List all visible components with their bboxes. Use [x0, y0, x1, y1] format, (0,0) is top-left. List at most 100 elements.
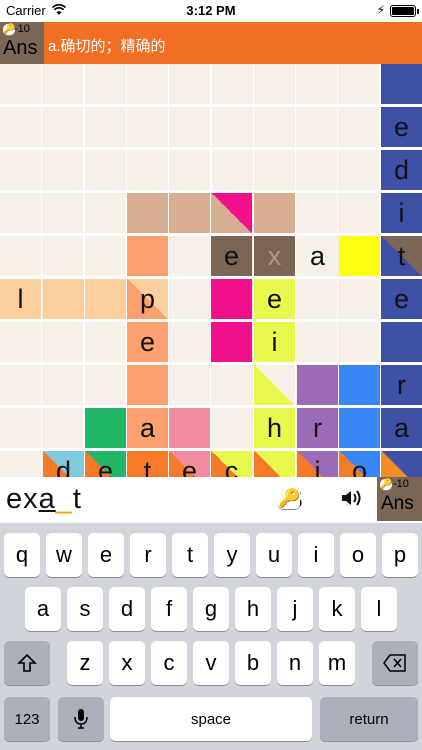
answer-button-bottom[interactable]: 🔑 -10 Ans	[377, 477, 422, 521]
grid-cell-empty[interactable]	[0, 408, 41, 448]
grid-cell[interactable]: e	[381, 107, 422, 147]
grid-cell[interactable]: e	[169, 451, 210, 477]
grid-cell-empty[interactable]	[0, 64, 41, 104]
grid-cell-empty[interactable]	[126, 107, 168, 147]
grid-cell-empty[interactable]	[0, 365, 41, 405]
grid-cell[interactable]: o	[339, 451, 380, 477]
grid-cell-empty[interactable]	[126, 150, 168, 190]
grid-cell[interactable]: e	[381, 279, 422, 319]
grid-cell-empty[interactable]	[211, 107, 253, 147]
grid-cell[interactable]: x	[254, 236, 295, 276]
grid-cell[interactable]: i	[381, 193, 422, 233]
key-s[interactable]: s	[67, 587, 103, 631]
grid-cell-empty[interactable]	[84, 236, 126, 276]
key-p[interactable]: p	[382, 533, 418, 577]
grid-cell[interactable]	[381, 451, 422, 477]
grid-cell[interactable]: l	[0, 279, 41, 319]
grid-cell[interactable]: a	[127, 408, 168, 448]
key-k[interactable]: k	[319, 587, 355, 631]
grid-cell-empty[interactable]	[169, 107, 211, 147]
key-v[interactable]: v	[193, 641, 229, 685]
grid-cell-empty[interactable]	[296, 107, 338, 147]
grid-cell-empty[interactable]	[126, 64, 168, 104]
grid-cell[interactable]: a	[297, 236, 338, 276]
key-r[interactable]: r	[130, 533, 166, 577]
key-f[interactable]: f	[151, 587, 187, 631]
grid-cell-empty[interactable]	[0, 107, 41, 147]
grid-cell-empty[interactable]	[0, 193, 41, 233]
grid-cell[interactable]	[254, 193, 295, 233]
grid-cell[interactable]: e	[211, 236, 252, 276]
delete-key[interactable]	[372, 641, 418, 685]
grid-cell[interactable]	[211, 279, 252, 319]
key-y[interactable]: y	[214, 533, 250, 577]
grid-cell-empty[interactable]	[42, 322, 84, 362]
grid-cell-empty[interactable]	[296, 150, 338, 190]
grid-cell-empty[interactable]	[42, 365, 84, 405]
grid-cell[interactable]	[85, 279, 126, 319]
grid-cell-empty[interactable]	[169, 150, 211, 190]
grid-cell-empty[interactable]	[211, 408, 253, 448]
grid-cell[interactable]	[254, 365, 295, 405]
speaker-icon[interactable]	[340, 488, 362, 508]
key-h[interactable]: h	[235, 587, 271, 631]
key-w[interactable]: w	[46, 533, 82, 577]
grid-cell-empty[interactable]	[169, 322, 211, 362]
grid-cell-empty[interactable]	[211, 64, 253, 104]
grid-cell-empty[interactable]	[338, 279, 380, 319]
typed-word[interactable]: exa_t	[6, 483, 82, 516]
key-l[interactable]: l	[361, 587, 397, 631]
grid-cell-empty[interactable]	[338, 64, 380, 104]
grid-cell[interactable]: i	[254, 322, 295, 362]
grid-cell-empty[interactable]	[169, 365, 211, 405]
grid-cell-empty[interactable]	[338, 193, 380, 233]
numbers-key[interactable]: 123	[4, 697, 50, 741]
grid-cell-empty[interactable]	[84, 64, 126, 104]
grid-cell[interactable]: t	[381, 236, 422, 276]
grid-cell[interactable]	[339, 236, 380, 276]
grid-cell-empty[interactable]	[253, 107, 295, 147]
grid-cell[interactable]	[127, 365, 168, 405]
return-key[interactable]: return	[320, 697, 418, 741]
grid-cell[interactable]: e	[127, 322, 168, 362]
grid-cell-empty[interactable]	[338, 322, 380, 362]
grid-cell-empty[interactable]	[169, 279, 211, 319]
space-key[interactable]: space	[110, 697, 312, 741]
grid-cell-empty[interactable]	[42, 150, 84, 190]
grid-cell-empty[interactable]	[169, 236, 211, 276]
key-d[interactable]: d	[109, 587, 145, 631]
answer-button-top[interactable]: 🔑 -10 Ans	[0, 22, 44, 64]
grid-cell[interactable]: e	[85, 451, 126, 477]
grid-cell-empty[interactable]	[253, 64, 295, 104]
grid-cell-empty[interactable]	[42, 64, 84, 104]
dictation-key[interactable]	[58, 697, 104, 741]
grid-cell[interactable]	[43, 279, 84, 319]
grid-cell[interactable]	[169, 408, 210, 448]
grid-cell-empty[interactable]	[211, 150, 253, 190]
key-x[interactable]: x	[109, 641, 145, 685]
grid-cell[interactable]: i	[297, 451, 338, 477]
grid-cell-empty[interactable]	[338, 107, 380, 147]
grid-cell-empty[interactable]	[84, 150, 126, 190]
grid-cell-empty[interactable]	[0, 150, 41, 190]
key-u[interactable]: u	[256, 533, 292, 577]
grid-cell-empty[interactable]	[338, 150, 380, 190]
grid-cell[interactable]: d	[381, 150, 422, 190]
grid-cell[interactable]: c	[211, 451, 252, 477]
grid-cell[interactable]: e	[254, 279, 295, 319]
key-a[interactable]: a	[25, 587, 61, 631]
grid-cell[interactable]	[211, 193, 252, 233]
grid-cell[interactable]: p	[127, 279, 168, 319]
grid-cell-empty[interactable]	[169, 64, 211, 104]
grid-cell[interactable]: a	[381, 408, 422, 448]
grid-cell[interactable]	[381, 322, 422, 362]
grid-cell[interactable]	[127, 236, 168, 276]
grid-cell[interactable]	[339, 408, 380, 448]
key-n[interactable]: n	[277, 641, 313, 685]
grid-cell[interactable]	[381, 64, 422, 104]
grid-cell[interactable]: d	[43, 451, 84, 477]
grid-cell-empty[interactable]	[253, 150, 295, 190]
grid-cell[interactable]	[211, 365, 252, 405]
grid-cell[interactable]: t	[127, 451, 168, 477]
key-q[interactable]: q	[4, 533, 40, 577]
